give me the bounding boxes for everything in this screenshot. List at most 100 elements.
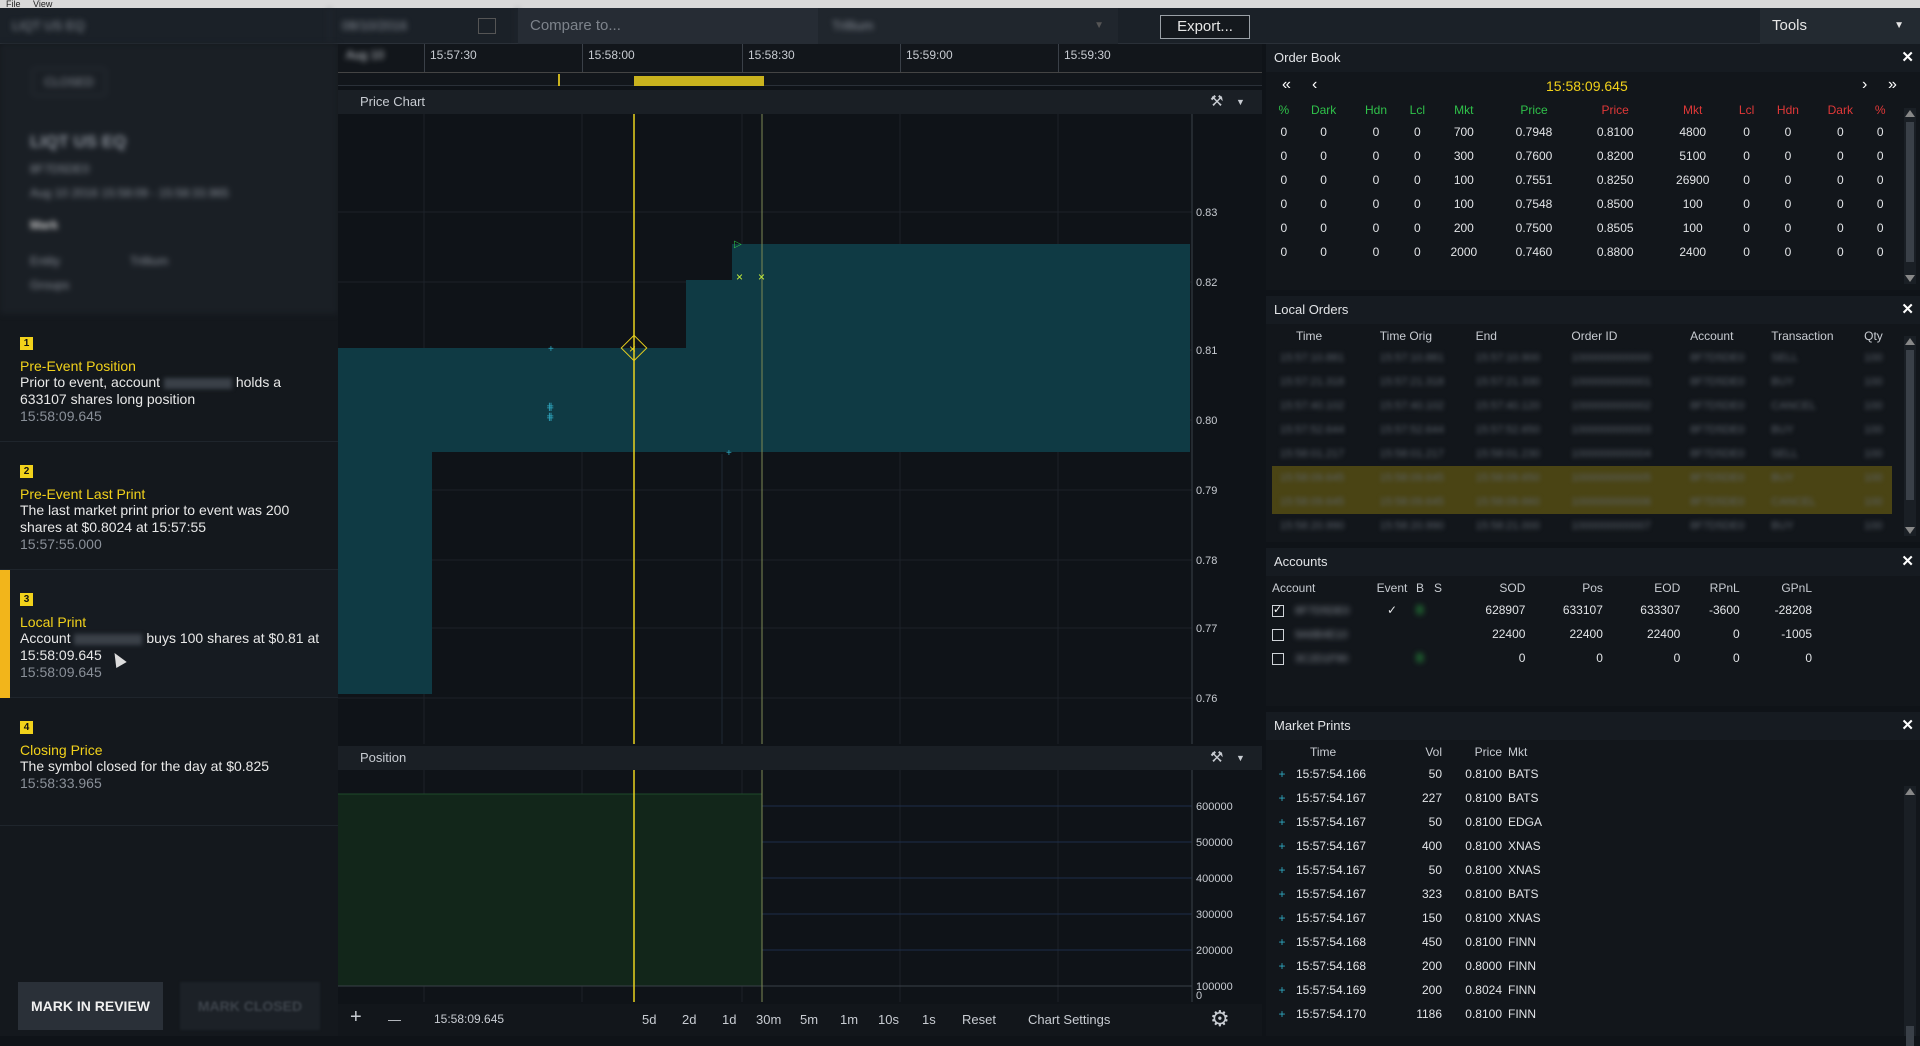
event-item-active[interactable]: 3 Local Print Account buys 100 shares at… xyxy=(0,570,338,698)
column-header[interactable]: Mkt xyxy=(1434,100,1493,120)
timeline-selection[interactable] xyxy=(634,76,764,86)
quote-cluster[interactable]: ⋕ xyxy=(546,402,554,413)
table-row[interactable]: 15:57:10.881 15:57:10.881 15:57:10.900 1000… xyxy=(1272,346,1892,370)
calendar-icon[interactable] xyxy=(478,18,496,34)
prev-icon[interactable]: ‹ xyxy=(1312,76,1317,94)
column-header[interactable]: End xyxy=(1476,326,1572,346)
table-row[interactable]: +15:57:54.169 200 0.8024 FINN xyxy=(1272,978,1562,1002)
plus-icon[interactable]: + xyxy=(1272,954,1292,978)
plus-icon[interactable]: + xyxy=(1272,906,1292,930)
tools-icon[interactable]: ⚒ xyxy=(1210,746,1223,770)
column-header[interactable]: SOD xyxy=(1448,578,1525,598)
table-row[interactable]: +15:57:54.170 1186 0.8100 FINN xyxy=(1272,1002,1562,1026)
plus-icon[interactable]: + xyxy=(1272,810,1292,834)
chevron-down-icon[interactable]: ▼ xyxy=(1236,746,1245,770)
table-row[interactable]: 15:58:09.645 15:58:09.645 15:58:09.660 1000… xyxy=(1272,490,1892,514)
range-5m-button[interactable]: 5m xyxy=(800,1012,818,1027)
column-header[interactable]: Time xyxy=(1272,326,1380,346)
table-row[interactable]: 0 0 0 0 200 0.7500 0.8505 100 0 0 0 0 xyxy=(1272,216,1892,240)
mark-in-review-button[interactable]: MARK IN REVIEW xyxy=(18,982,163,1030)
plus-icon[interactable]: + xyxy=(1272,762,1292,786)
timeline-navigator[interactable]: Aug 10 15:57:30 15:58:00 15:58:30 15:59:… xyxy=(338,44,1262,86)
next-icon[interactable]: › xyxy=(1862,76,1867,94)
table-row[interactable]: +15:57:54.167 323 0.8100 BATS xyxy=(1272,882,1562,906)
column-header[interactable]: Mkt xyxy=(1502,742,1562,762)
column-header[interactable]: Mkt xyxy=(1656,100,1730,120)
entity-select[interactable]: Trillium ▼ xyxy=(818,8,1118,44)
column-header[interactable]: Hdn xyxy=(1352,100,1401,120)
reset-button[interactable]: Reset xyxy=(962,1012,996,1027)
plus-icon[interactable]: + xyxy=(1272,786,1292,810)
column-header[interactable]: Hdn xyxy=(1764,100,1813,120)
table-row[interactable]: +15:57:54.167 50 0.8100 EDGA xyxy=(1272,810,1562,834)
chart-settings-button[interactable]: Chart Settings xyxy=(1028,1012,1110,1027)
column-header[interactable]: S xyxy=(1428,578,1448,598)
scrollbar[interactable] xyxy=(1904,108,1916,284)
column-header[interactable]: Lcl xyxy=(1400,100,1434,120)
table-row[interactable]: +15:57:54.167 227 0.8100 BATS xyxy=(1272,786,1562,810)
table-row[interactable]: 0 0 0 0 700 0.7948 0.8100 4800 0 0 0 0 xyxy=(1272,120,1892,144)
table-row[interactable]: +15:57:54.167 50 0.8100 XNAS xyxy=(1272,858,1562,882)
column-header[interactable]: % xyxy=(1868,100,1892,120)
column-header[interactable]: Time xyxy=(1292,742,1402,762)
table-row[interactable]: 0 0 0 0 300 0.7600 0.8200 5100 0 0 0 0 xyxy=(1272,144,1892,168)
close-icon[interactable]: ✕ xyxy=(1901,548,1914,576)
event-item[interactable]: 4 Closing Price The symbol closed for th… xyxy=(0,698,338,826)
column-header[interactable]: Order ID xyxy=(1571,326,1690,346)
scrollbar[interactable] xyxy=(1904,336,1916,536)
table-row[interactable]: 15:58:01.217 15:58:01.217 15:58:01.230 1000… xyxy=(1272,442,1892,466)
column-header[interactable]: GPnL xyxy=(1740,578,1812,598)
column-header[interactable]: Transaction xyxy=(1771,326,1864,346)
column-header[interactable]: RPnL xyxy=(1680,578,1740,598)
range-5d-button[interactable]: 5d xyxy=(642,1012,656,1027)
table-row[interactable]: 0 0 0 0 100 0.7551 0.8250 26900 0 0 0 0 xyxy=(1272,168,1892,192)
quote-marker[interactable]: + xyxy=(726,448,732,459)
account-checkbox[interactable] xyxy=(1272,628,1284,641)
print-marker[interactable]: × xyxy=(736,270,743,284)
column-header[interactable]: % xyxy=(1272,100,1296,120)
column-header[interactable]: Price xyxy=(1493,100,1574,120)
column-header[interactable]: Dark xyxy=(1812,100,1868,120)
account-checkbox[interactable] xyxy=(1272,603,1284,617)
print-marker[interactable]: ▷ xyxy=(734,239,742,250)
zoom-out-button[interactable]: — xyxy=(388,1012,401,1027)
plus-icon[interactable]: + xyxy=(1272,882,1292,906)
close-icon[interactable]: ✕ xyxy=(1901,712,1914,740)
column-header[interactable]: Price xyxy=(1575,100,1656,120)
column-header[interactable]: EOD xyxy=(1603,578,1680,598)
column-header[interactable]: Account xyxy=(1690,326,1771,346)
event-item[interactable]: 1 Pre-Event Position Prior to event, acc… xyxy=(0,314,338,442)
plus-icon[interactable]: + xyxy=(1272,1002,1292,1026)
table-row[interactable]: 15:57:40.102 15:57:40.102 15:57:40.120 1000… xyxy=(1272,394,1892,418)
price-chart[interactable]: 0.83 0.82 0.81 0.80 0.79 0.78 0.77 0.76 … xyxy=(338,114,1262,744)
plus-icon[interactable]: + xyxy=(1272,858,1292,882)
scrollbar[interactable] xyxy=(1904,786,1916,1046)
plus-icon[interactable]: + xyxy=(1272,978,1292,1002)
column-header[interactable]: Qty xyxy=(1864,326,1892,346)
range-10s-button[interactable]: 10s xyxy=(878,1012,899,1027)
range-30m-button[interactable]: 30m xyxy=(756,1012,781,1027)
table-row[interactable]: +15:57:54.166 50 0.8100 BATS xyxy=(1272,762,1562,786)
column-header[interactable]: Lcl xyxy=(1730,100,1764,120)
compare-input[interactable]: Compare to... xyxy=(518,8,818,44)
table-row[interactable]: 15:58:20.990 15:58:20.990 15:58:21.000 1000… xyxy=(1272,514,1892,538)
column-header[interactable]: Price xyxy=(1442,742,1502,762)
account-checkbox[interactable] xyxy=(1272,652,1284,665)
table-row[interactable]: +15:57:54.168 200 0.8000 FINN xyxy=(1272,954,1562,978)
gear-icon[interactable]: ⚙ xyxy=(1210,1006,1230,1032)
symbol-field[interactable]: LIQT US EQ xyxy=(0,8,330,44)
tools-menu[interactable]: Tools ▼ xyxy=(1760,8,1920,44)
tools-icon[interactable]: ⚒ xyxy=(1210,90,1223,114)
column-header[interactable]: Pos xyxy=(1525,578,1603,598)
column-header[interactable]: Time Orig xyxy=(1380,326,1476,346)
table-row[interactable]: 8F7D5DE0 ✓ B 628907 633107 633307 -3600 -28208 xyxy=(1272,598,1812,622)
column-header[interactable]: Dark xyxy=(1296,100,1352,120)
table-row[interactable]: 3C2D1F90 B 0 0 0 0 0 xyxy=(1272,646,1812,670)
range-1s-button[interactable]: 1s xyxy=(922,1012,936,1027)
table-row[interactable]: 0 0 0 0 2000 0.7460 0.8800 2400 0 0 0 0 xyxy=(1272,240,1892,264)
plus-icon[interactable]: + xyxy=(1272,930,1292,954)
table-row[interactable]: 15:58:09.645 15:58:09.645 15:58:09.650 1000… xyxy=(1272,466,1892,490)
table-row[interactable]: 15:57:52.644 15:57:52.644 15:57:52.650 1000… xyxy=(1272,418,1892,442)
table-row[interactable]: 15:57:21.318 15:57:21.318 15:57:21.330 1000… xyxy=(1272,370,1892,394)
range-1m-button[interactable]: 1m xyxy=(840,1012,858,1027)
